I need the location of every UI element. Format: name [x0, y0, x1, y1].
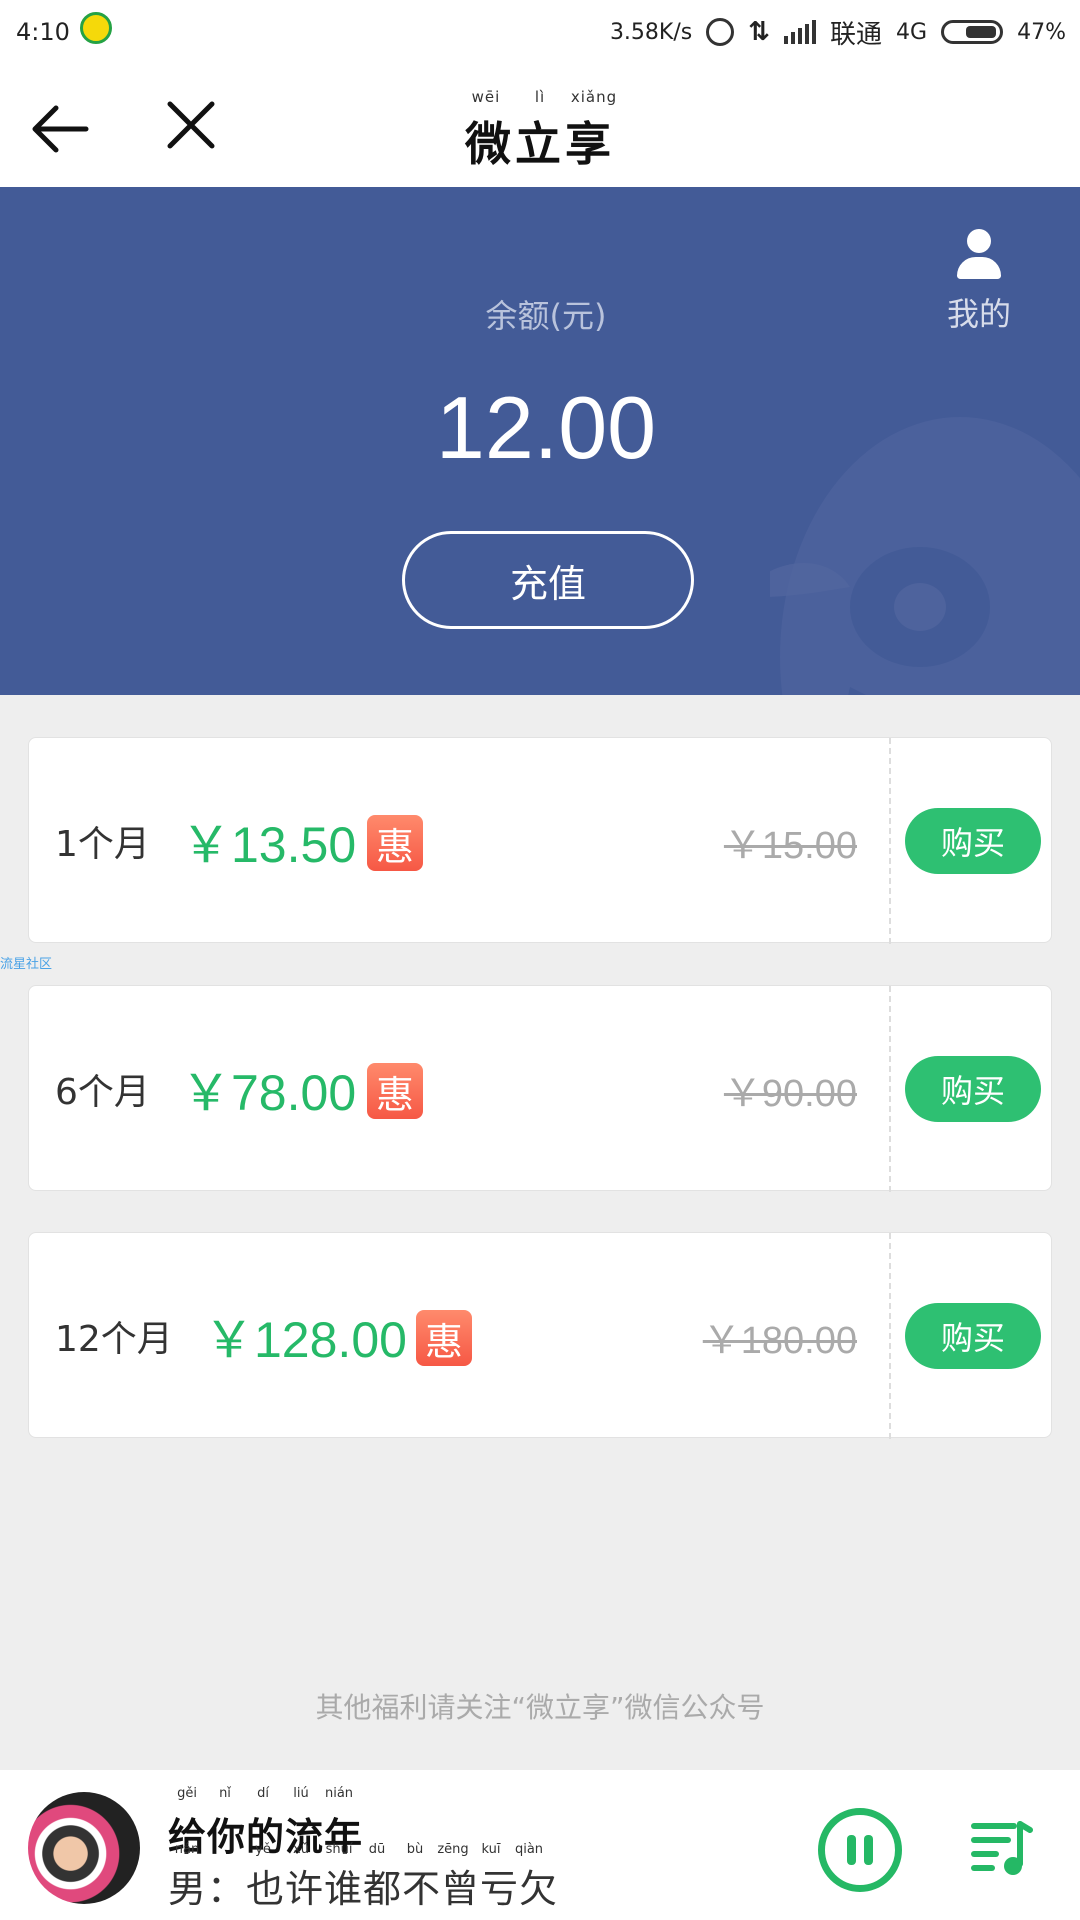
plan-card-1-month: 1个月 ￥13.50 惠 ￥15.00 购买 [28, 737, 1052, 944]
plan-duration: 1个月 [55, 824, 150, 865]
network-type: 4G [896, 19, 928, 45]
status-bar: 4:10 3.58K/s ⇅ 联通 4G 47% [0, 0, 1080, 66]
mini-music-player[interactable]: gěi nǐ dí liú nián 给你的流年 nán yě xǔ shuí dū bù zēng… [0, 1770, 1080, 1920]
lyric-pinyin: nán yě xǔ shuí dū bù zēng kuī qiàn [174, 1842, 544, 1857]
data-arrows-icon: ⇅ [748, 17, 771, 47]
status-right-group: 3.58K/s ⇅ 联通 4G 47% [610, 14, 1066, 50]
buy-button[interactable]: 购买 [905, 1303, 1041, 1369]
buy-button[interactable]: 购买 [905, 808, 1041, 874]
album-art[interactable] [28, 1792, 140, 1904]
recharge-button[interactable]: 充值 [402, 531, 694, 629]
dashed-divider [889, 738, 891, 944]
footer-note: 其他福利请关注“微立享”微信公众号 [315, 1691, 765, 1724]
buy-button[interactable]: 购买 [905, 1056, 1041, 1122]
battery-icon [941, 20, 1004, 44]
balance-label: 余额(元) [485, 297, 607, 335]
plan-card-12-months: 12个月 ￥128.00 惠 ￥180.00 购买 [28, 1232, 1052, 1439]
nav-bar: wēi lì xiǎng 微立享 [0, 66, 1080, 187]
plan-original-price: ￥180.00 [702, 1319, 857, 1362]
plan-original-price: ￥15.00 [723, 824, 857, 867]
discount-badge: 惠 [367, 1063, 423, 1119]
discount-badge: 惠 [416, 1310, 472, 1366]
user-icon [957, 229, 1001, 281]
page-title: 微立享 [465, 117, 615, 171]
balance-header: 我的 余额(元) 12.00 充值 [0, 187, 1080, 695]
carrier-name: 联通 [830, 19, 883, 50]
nav-title-group: wēi lì xiǎng 微立享 [0, 88, 1080, 174]
playlist-icon[interactable] [968, 1814, 1036, 1882]
plan-duration: 12个月 [55, 1319, 173, 1360]
plan-price: ￥128.00 [204, 1312, 407, 1368]
music-app-icon [80, 12, 112, 44]
dashed-divider [889, 986, 891, 1192]
balance-amount: 12.00 [435, 378, 657, 477]
network-speed: 3.58K/s [609, 19, 693, 45]
song-lyric: 男：也许谁都不曾亏欠 [168, 1867, 559, 1911]
plan-duration: 6个月 [55, 1072, 150, 1113]
alarm-icon [706, 18, 735, 46]
title-pinyin: wēi lì xiǎng [471, 88, 618, 106]
signal-icon [784, 20, 817, 44]
status-time: 4:10 [16, 18, 70, 46]
plan-original-price: ￥90.00 [723, 1072, 857, 1115]
plan-card-6-months: 6个月 ￥78.00 惠 ￥90.00 购买 [28, 985, 1052, 1192]
dashed-divider [889, 1233, 891, 1439]
discount-badge: 惠 [367, 815, 423, 871]
pause-icon[interactable] [818, 1808, 902, 1892]
plan-price: ￥13.50 [181, 817, 357, 873]
watermark-text: 流星社区 [0, 957, 53, 972]
battery-level: 47% [1017, 19, 1066, 45]
song-title-pinyin: gěi nǐ dí liú nián [177, 1786, 354, 1801]
plan-price: ￥78.00 [181, 1065, 357, 1121]
